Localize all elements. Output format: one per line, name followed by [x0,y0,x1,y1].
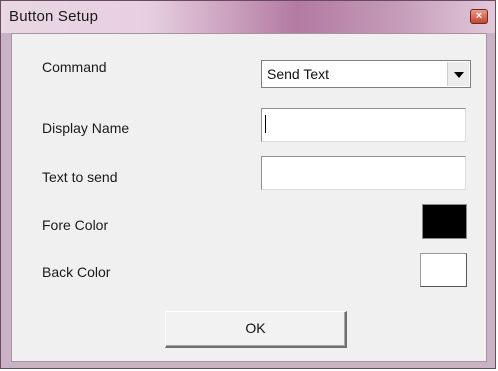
fore-color-swatch[interactable] [422,204,467,239]
text-to-send-label: Text to send [42,169,118,185]
dropdown-button[interactable] [447,62,469,86]
title-bar[interactable]: Button Setup × [1,1,495,33]
text-caret [265,115,266,133]
text-to-send-field[interactable] [261,156,466,190]
ok-button[interactable]: OK [165,311,347,348]
display-name-label: Display Name [42,120,130,136]
dialog-body: Command Send Text Display Name Text to s… [11,33,487,362]
back-color-label: Back Color [42,264,111,280]
button-setup-dialog: Button Setup × Command Send Text Display… [0,0,496,369]
command-label: Command [42,59,107,75]
command-selected-value: Send Text [267,66,330,82]
fore-color-label: Fore Color [42,217,109,233]
display-name-field[interactable] [261,108,466,142]
chevron-down-icon [454,72,464,78]
window-title: Button Setup [9,8,99,25]
close-icon: × [475,10,483,22]
command-dropdown[interactable]: Send Text [261,60,471,88]
close-button[interactable]: × [470,9,488,24]
back-color-swatch[interactable] [420,253,467,287]
